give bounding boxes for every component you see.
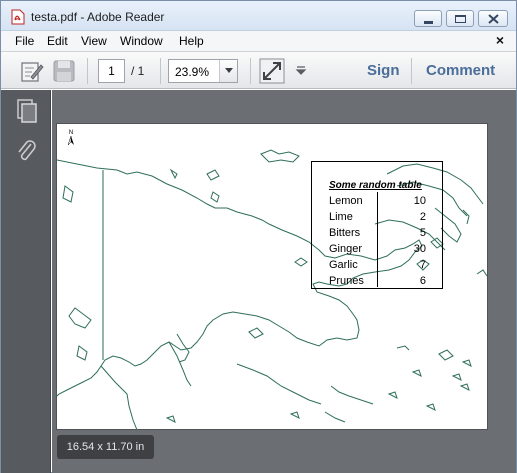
page-number-input[interactable]: 1: [98, 59, 125, 83]
table-row-name: Ginger: [329, 243, 363, 255]
menu-edit[interactable]: Edit: [47, 34, 68, 48]
menu-bar: File Edit View Window Help ×: [1, 31, 516, 51]
fit-page-icon[interactable]: [259, 58, 285, 84]
table-row-name: Lemon: [329, 195, 363, 207]
menu-window[interactable]: Window: [120, 34, 163, 48]
table-row-value: 30: [413, 243, 426, 255]
page-size-indicator: 16.54 x 11.70 in: [57, 435, 154, 459]
maximize-button[interactable]: [446, 10, 474, 27]
zoom-select[interactable]: 23.9%: [168, 59, 238, 83]
window-title: testa.pdf - Adobe Reader: [31, 10, 165, 24]
north-arrow-icon: [67, 135, 74, 146]
pdf-page: N Some random table Lemon 10 Lime 2 Bitt…: [56, 123, 488, 431]
pages-thumbnail-icon[interactable]: [15, 98, 39, 124]
adobe-reader-window: testa.pdf - Adobe Reader File Edit View …: [0, 0, 517, 473]
document-view[interactable]: N Some random table Lemon 10 Lime 2 Bitt…: [52, 90, 516, 473]
zoom-value: 23.9%: [175, 65, 210, 79]
table-column-divider: [377, 192, 378, 287]
minimize-icon: [424, 21, 433, 24]
close-icon: [488, 14, 499, 24]
table-row-name: Lime: [329, 211, 353, 223]
page-total-label: / 1: [131, 64, 145, 78]
table-row-value: 6: [419, 275, 426, 287]
toolbar-separator: [250, 58, 251, 84]
menu-view[interactable]: View: [81, 34, 107, 48]
edit-pen-icon[interactable]: [19, 58, 45, 84]
table-row-name: Bitters: [329, 227, 361, 239]
menu-help[interactable]: Help: [179, 34, 204, 48]
north-arrow: N: [67, 130, 74, 147]
table-row-name: Garlic: [329, 259, 358, 271]
maximize-icon: [455, 15, 466, 23]
navigation-panel: [1, 90, 51, 473]
close-window-button[interactable]: [478, 10, 508, 27]
table-row-value: 5: [419, 227, 426, 239]
toolbar-separator: [87, 58, 88, 84]
table-row-value: 2: [419, 211, 426, 223]
minimize-button[interactable]: [414, 10, 442, 27]
close-document-button[interactable]: ×: [496, 32, 504, 48]
title-bar: testa.pdf - Adobe Reader: [1, 1, 516, 31]
random-table: Some random table Lemon 10 Lime 2 Bitter…: [311, 161, 443, 289]
toolbar-separator: [160, 58, 161, 84]
table-row-name: Prunes: [329, 275, 364, 287]
table-row-value: 7: [419, 259, 426, 271]
zoom-dropdown-arrow[interactable]: [219, 60, 237, 82]
attachments-paperclip-icon[interactable]: [15, 138, 39, 164]
toolbar-separator: [411, 58, 412, 84]
menu-file[interactable]: File: [15, 34, 34, 48]
table-row-value: 10: [413, 195, 426, 207]
pdf-file-icon: [11, 9, 25, 25]
table-title: Some random table: [329, 180, 422, 191]
save-disk-icon[interactable]: [51, 58, 77, 84]
comment-button[interactable]: Comment: [426, 62, 495, 79]
more-arrow-icon[interactable]: [293, 58, 309, 84]
chevron-down-icon: [225, 68, 233, 73]
toolbar: 1 / 1 23.9% Sign Comment: [1, 51, 516, 89]
sign-button[interactable]: Sign: [367, 62, 400, 79]
